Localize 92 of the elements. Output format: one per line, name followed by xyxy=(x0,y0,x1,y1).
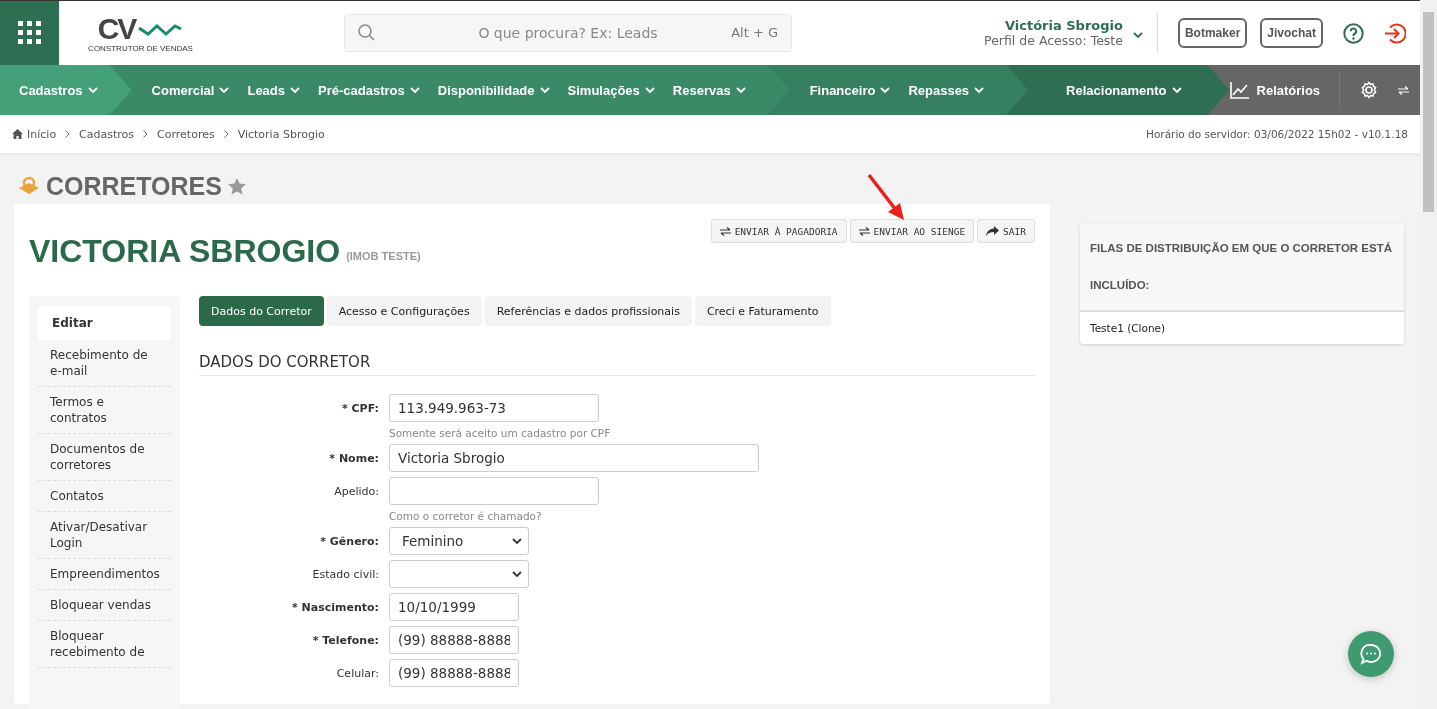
settings-icon[interactable] xyxy=(1360,81,1379,99)
sidebar-item[interactable]: Editar xyxy=(38,306,171,340)
chevron-down-icon xyxy=(735,86,746,94)
breadcrumb-link[interactable]: Corretores xyxy=(157,127,215,141)
field-label: Estado civil: xyxy=(311,567,379,581)
tab[interactable]: Creci e Faturamento xyxy=(694,296,831,326)
header-button[interactable]: Jivochat xyxy=(1260,18,1323,48)
chevron-down-icon xyxy=(644,86,655,94)
input-field[interactable] xyxy=(389,477,599,505)
chevron-right-icon xyxy=(143,129,149,138)
field-label: * Telefone: xyxy=(311,633,379,647)
chevron-down-icon xyxy=(974,86,985,94)
sidebar-item[interactable]: Termos e contratos xyxy=(38,387,171,434)
field-label: * CPF: xyxy=(340,401,379,415)
chevron-right-icon xyxy=(65,129,71,138)
chevron-down-icon xyxy=(87,86,98,94)
swap-icon xyxy=(719,226,731,236)
input-field[interactable]: Victoria Sbrogio xyxy=(389,444,759,472)
record-company: (IMOB TESTE) xyxy=(346,250,421,262)
record-name: VICTORIA SBROGIO xyxy=(29,233,341,270)
user-profile: Perfil de Acesso: Teste xyxy=(984,33,1123,48)
nav-item[interactable]: Comercial xyxy=(151,82,230,98)
nav-item[interactable]: Repasses xyxy=(908,82,985,98)
nav-item[interactable]: Disponibilidade xyxy=(437,82,550,98)
line-chart-icon xyxy=(1229,81,1249,99)
input-field[interactable]: 10/10/1999 xyxy=(389,593,519,621)
chevron-right-icon xyxy=(223,129,229,138)
nav-item[interactable]: Pré-cadastros xyxy=(318,82,420,98)
sidebar-item[interactable]: Recebimento de e-mail xyxy=(38,340,171,387)
breadcrumb-link[interactable]: Victoria Sbrogio xyxy=(237,127,325,141)
help-text: Como o corretor é chamado? xyxy=(389,510,543,522)
action-button[interactable]: SAIR xyxy=(977,219,1035,243)
sidebar-item[interactable]: Documentos de corretores xyxy=(38,434,171,481)
home-icon xyxy=(12,129,23,139)
help-text: Somente será aceito um cadastro por CPF xyxy=(389,427,611,439)
swap-icon xyxy=(1398,85,1410,95)
logo-tagline: CONSTRUTOR DE VENDAS xyxy=(88,43,193,53)
chevron-down-icon xyxy=(1171,86,1182,94)
chevron-down-icon xyxy=(219,86,230,94)
page-title: CORRETORES xyxy=(46,171,222,201)
nav-item[interactable]: Leads xyxy=(247,82,301,98)
nav-item[interactable]: Reservas xyxy=(672,82,746,98)
header-button[interactable]: Botmaker xyxy=(1177,18,1248,48)
select-field[interactable]: Feminino xyxy=(389,527,529,555)
panel-title: FILAS DE DISTRIBUIÇÃO EM QUE O CORRETOR ESTÁ INCLUÍDO: xyxy=(1080,224,1404,312)
field-label: * Nascimento: xyxy=(290,600,379,614)
sidebar-item[interactable]: Ativar/Desativar Login xyxy=(38,512,171,559)
tab[interactable]: Referências e dados profissionais xyxy=(484,296,692,326)
action-button[interactable]: ENVIAR À PAGADORIA xyxy=(710,219,847,243)
shortcut-hint: Alt + G xyxy=(731,25,778,40)
sidebar-item[interactable]: Empreendimentos xyxy=(38,559,171,590)
star-icon[interactable] xyxy=(227,177,246,195)
breadcrumb-link[interactable]: Cadastros xyxy=(79,127,135,141)
chat-button[interactable] xyxy=(1348,631,1394,677)
reports-link[interactable]: Relatórios xyxy=(1229,70,1341,110)
nav-item[interactable]: Financeiro xyxy=(809,82,891,98)
field-label: * Gênero: xyxy=(319,534,379,548)
chevron-down-icon xyxy=(880,86,891,94)
nav-item[interactable]: Simulações xyxy=(567,82,655,98)
server-time: Horário do servidor: 03/06/2022 15h02 - v10.1.18 xyxy=(1146,128,1408,140)
breadcrumb-link[interactable]: Início xyxy=(27,127,57,141)
sidebar-item[interactable]: Contatos xyxy=(38,481,171,512)
logo-letters: CV xyxy=(97,13,136,44)
section-title: DADOS DO CORRETOR xyxy=(199,353,1035,376)
logo-wave-icon xyxy=(137,21,184,36)
input-field[interactable]: 113.949.963-73 xyxy=(389,394,599,422)
panel-item: Teste1 (Clone) xyxy=(1089,321,1167,336)
chevron-down-icon xyxy=(409,86,420,94)
search-icon xyxy=(358,24,375,41)
field-label: Celular: xyxy=(335,666,379,680)
annotation-arrow xyxy=(866,172,906,222)
nav-item[interactable]: Relacionamento xyxy=(1066,82,1182,98)
help-icon[interactable] xyxy=(1343,22,1364,44)
apps-grid-icon[interactable] xyxy=(0,1,59,65)
sidebar-item[interactable]: Bloquear recebimento de xyxy=(38,621,171,668)
share-arrow-icon xyxy=(986,226,1000,236)
action-button[interactable]: ENVIAR AO SIENGE xyxy=(849,219,975,243)
sidebar-item[interactable]: Bloquear vendas xyxy=(38,590,171,621)
tab[interactable]: Dados do Corretor xyxy=(199,296,324,326)
chevron-down-icon xyxy=(1132,31,1143,39)
chevron-down-icon xyxy=(512,537,522,545)
field-label: * Nome: xyxy=(328,451,379,465)
logout-icon[interactable] xyxy=(1384,22,1406,44)
tab[interactable]: Acesso e Configurações xyxy=(326,296,482,326)
chevron-down-icon xyxy=(539,86,550,94)
swap-icon xyxy=(858,226,870,236)
chevron-down-icon xyxy=(290,86,301,94)
chevron-down-icon xyxy=(512,570,522,578)
field-label: Apelido: xyxy=(333,484,379,498)
select-field[interactable] xyxy=(389,560,529,588)
chat-bubble-icon xyxy=(1360,643,1382,665)
user-name[interactable]: Victória Sbrogio xyxy=(984,18,1123,33)
